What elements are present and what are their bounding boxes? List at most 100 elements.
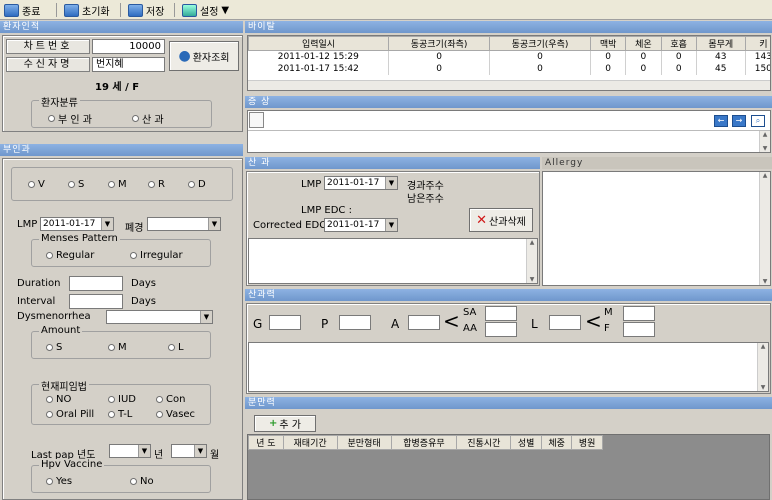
symptom-text-area[interactable] (248, 130, 770, 152)
radio-contra-no[interactable]: NO (46, 394, 71, 405)
radio-contra-no-label: NO (56, 394, 72, 405)
interval-field[interactable] (69, 294, 123, 309)
radio-hpv-no[interactable]: No (130, 476, 154, 487)
lmp-date-picker[interactable]: 2011-01-17 (40, 217, 114, 231)
male-field[interactable] (623, 306, 655, 321)
save-button[interactable]: 저장 (128, 2, 164, 18)
radio-d[interactable]: D (188, 179, 206, 190)
radio-irregular[interactable]: Irregular (130, 250, 183, 261)
category-group: 환자분류 부 인 과 산 과 (31, 94, 212, 128)
radio-ob[interactable]: 산 과 (132, 111, 164, 126)
vitals-cell: 2011-01-17 15:42 (248, 62, 390, 75)
radio-amount-l-label: L (178, 342, 184, 353)
ob-history-notes[interactable] (248, 342, 769, 392)
vitals-hscrollbar[interactable] (248, 80, 770, 90)
reset-button[interactable]: 초기화 (64, 2, 110, 18)
radio-circle (108, 181, 115, 188)
radio-circle (108, 396, 115, 403)
vitals-header-row: 입력일시 동공크기(좌측) 동공크기(우측) 맥박 체온 호흡 몸무게 키 (248, 36, 770, 51)
symptom-scrollbar[interactable] (759, 131, 770, 152)
vitals-cell: 150 (745, 62, 770, 75)
radio-hpv-yes[interactable]: Yes (46, 476, 72, 487)
document-icon[interactable] (249, 112, 264, 128)
delivery-column-header[interactable]: 병원 (571, 435, 603, 450)
radio-amount-l[interactable]: L (168, 342, 184, 353)
allergy-text-area[interactable] (542, 171, 771, 286)
radio-m[interactable]: M (108, 179, 127, 190)
delivery-column-header[interactable]: 진통시간 (456, 435, 512, 450)
ob-lmp-date-picker[interactable]: 2011-01-17 (324, 176, 398, 190)
add-delivery-button[interactable]: + 추 가 (254, 415, 316, 432)
dysmenorrhea-select[interactable] (106, 310, 213, 324)
radio-regular[interactable]: Regular (46, 250, 94, 261)
corrected-edc-picker[interactable]: 2011-01-17 (324, 218, 398, 232)
living-field[interactable] (549, 315, 581, 330)
vitals-cell: 0 (590, 62, 627, 75)
last-pap-month-select[interactable] (171, 444, 207, 458)
radio-contra-vasec[interactable]: Vasec (156, 409, 195, 420)
vitals-header: 바이탈 (245, 21, 772, 33)
delivery-column-header[interactable]: 체중 (540, 435, 573, 450)
vitals-column-header[interactable]: 호흡 (660, 36, 697, 51)
radio-contra-con[interactable]: Con (156, 394, 185, 405)
ob-delete-button[interactable]: ✕ 산과삭제 (469, 208, 533, 232)
ob-notes-area[interactable] (248, 238, 538, 284)
ob-history-panel: G P A < SA AA L < M F (246, 303, 771, 394)
radio-v[interactable]: V (28, 179, 45, 190)
abortion-field[interactable] (408, 315, 440, 330)
vitals-column-header[interactable]: 입력일시 (248, 36, 390, 51)
radio-r[interactable]: R (148, 179, 165, 190)
female-field[interactable] (623, 322, 655, 337)
settings-button[interactable]: 설정 ▼ (182, 2, 229, 18)
vitals-column-header[interactable]: 동공크기(우측) (489, 36, 591, 51)
ob-header: 산 과 (245, 157, 540, 169)
radio-amount-s[interactable]: S (46, 342, 62, 353)
aa-field[interactable] (485, 322, 517, 337)
zoom-icon[interactable]: ⌕ (751, 115, 765, 127)
vitals-cell: 0 (388, 62, 491, 75)
radio-s[interactable]: S (68, 179, 84, 190)
vitals-column-header[interactable]: 맥박 (589, 36, 627, 51)
female-label: F (604, 323, 610, 334)
year-label: 년 (154, 450, 164, 461)
category-group-title: 환자분류 (39, 94, 80, 109)
gravida-field[interactable] (269, 315, 301, 330)
para-field[interactable] (339, 315, 371, 330)
vitals-column-header[interactable]: 체온 (625, 36, 662, 51)
close-button[interactable]: 종료 (4, 2, 40, 18)
ob-panel: LMP 2011-01-17 경과주수 남은주수 LMP EDC : Corre… (246, 171, 540, 286)
ob-history-scrollbar[interactable] (757, 343, 768, 391)
menopause-select[interactable] (147, 217, 221, 231)
delivery-column-header[interactable]: 성별 (510, 435, 542, 450)
delivery-column-header[interactable]: 재태기간 (282, 435, 338, 450)
delivery-column-header[interactable]: 년 도 (248, 435, 284, 450)
arrow-right-icon[interactable]: → (732, 115, 746, 127)
delivery-column-header[interactable]: 분만형태 (336, 435, 392, 450)
allergy-scrollbar[interactable] (759, 172, 770, 285)
radio-contra-tl[interactable]: T-L (108, 409, 132, 420)
arrow-left-icon[interactable]: ← (714, 115, 728, 127)
radio-contra-pill[interactable]: Oral Pill (46, 409, 94, 420)
delivery-column-header[interactable]: 합병증유무 (390, 435, 458, 450)
ob-notes-scrollbar[interactable] (526, 239, 537, 283)
radio-gyn[interactable]: 부 인 과 (48, 111, 92, 126)
vitals-row[interactable]: 2011-01-12 15:29 0 0 0 0 0 43 143 (248, 50, 770, 63)
chart-no-field[interactable]: 10000 (92, 39, 165, 54)
vitals-column-header[interactable]: 동공크기(좌측) (388, 36, 491, 51)
vitals-row[interactable]: 2011-01-17 15:42 0 0 0 0 0 45 150 (248, 62, 770, 75)
gyn-header: 부인과 (0, 144, 243, 156)
patient-search-button[interactable]: ● 환자조회 (169, 41, 239, 71)
chart-no-label: 차트번호 (6, 39, 90, 54)
duration-field[interactable] (69, 276, 123, 291)
vitals-column-header[interactable]: 키 (744, 36, 770, 51)
vitals-cell: 2011-01-12 15:29 (248, 50, 390, 63)
radio-contra-iud[interactable]: IUD (108, 394, 136, 405)
user-search-icon: ● (178, 48, 191, 64)
toolbar-separator (120, 3, 121, 17)
name-field[interactable]: 번지혜 (92, 57, 165, 72)
vitals-column-header[interactable]: 몸무게 (695, 36, 746, 51)
radio-amount-m[interactable]: M (108, 342, 127, 353)
radio-contra-iud-label: IUD (118, 394, 136, 405)
last-pap-year-select[interactable] (109, 444, 151, 458)
sa-field[interactable] (485, 306, 517, 321)
